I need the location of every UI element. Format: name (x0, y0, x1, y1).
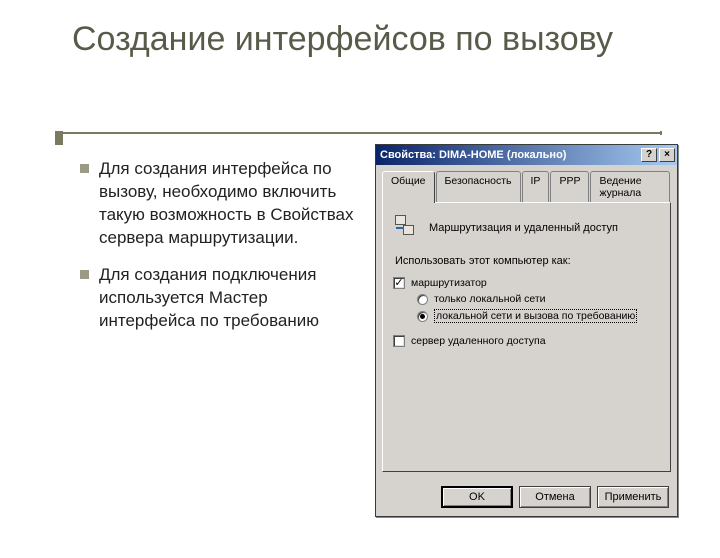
decor-underline (55, 132, 660, 134)
remote-access-checkbox[interactable] (393, 335, 405, 347)
remote-access-label: сервер удаленного доступа (411, 335, 546, 347)
radio-lan-only[interactable] (417, 294, 428, 305)
use-as-label: Использовать этот компьютер как: (395, 255, 660, 267)
properties-dialog: Свойства: DIMA-HOME (локально) ? × Общие… (375, 144, 678, 517)
radio-lan-dial-row: локальной сети и вызова по требованию (417, 309, 660, 323)
radio-lan-only-label: только локальной сети (434, 293, 546, 305)
remote-access-row: сервер удаленного доступа (393, 335, 660, 347)
tab-strip: Общие Безопасность IP PPP Ведение журнал… (376, 165, 677, 202)
ok-button[interactable]: OK (441, 486, 513, 508)
router-checkbox-label: маршрутизатор (411, 277, 487, 289)
tab-general[interactable]: Общие (382, 171, 435, 203)
decor-tick-right (660, 131, 662, 135)
routing-icon (393, 215, 419, 241)
cancel-button[interactable]: Отмена (519, 486, 591, 508)
panel-header: Маршрутизация и удаленный доступ (393, 215, 660, 241)
tab-ppp[interactable]: PPP (550, 171, 589, 202)
radio-lan-only-row: только локальной сети (417, 293, 660, 305)
router-checkbox[interactable]: ✓ (393, 277, 405, 289)
bullet-text: Для создания интерфейса по вызову, необх… (99, 158, 360, 250)
tab-panel-general: Маршрутизация и удаленный доступ Использ… (382, 202, 671, 472)
panel-title: Маршрутизация и удаленный доступ (429, 222, 618, 234)
router-mode-group: только локальной сети локальной сети и в… (417, 293, 660, 323)
dialog-buttons: OK Отмена Применить (376, 478, 677, 516)
slide-title: Создание интерфейсов по вызову (72, 18, 632, 61)
router-checkbox-row: ✓ маршрутизатор (393, 277, 660, 289)
bullet-text: Для создания подключения используется Ма… (99, 264, 360, 333)
bullet-list: Для создания интерфейса по вызову, необх… (80, 158, 360, 347)
radio-lan-dial[interactable] (417, 311, 428, 322)
tab-security[interactable]: Безопасность (436, 171, 521, 202)
dialog-titlebar[interactable]: Свойства: DIMA-HOME (локально) ? × (376, 145, 677, 165)
dialog-title: Свойства: DIMA-HOME (локально) (380, 149, 639, 161)
bullet-item: Для создания подключения используется Ма… (80, 264, 360, 333)
close-button[interactable]: × (659, 148, 675, 162)
bullet-icon (80, 164, 89, 173)
tab-ip[interactable]: IP (522, 171, 550, 202)
bullet-item: Для создания интерфейса по вызову, необх… (80, 158, 360, 250)
apply-button[interactable]: Применить (597, 486, 669, 508)
tab-logging[interactable]: Ведение журнала (590, 171, 670, 202)
help-button[interactable]: ? (641, 148, 657, 162)
radio-lan-dial-label: локальной сети и вызова по требованию (434, 309, 637, 323)
bullet-icon (80, 270, 89, 279)
